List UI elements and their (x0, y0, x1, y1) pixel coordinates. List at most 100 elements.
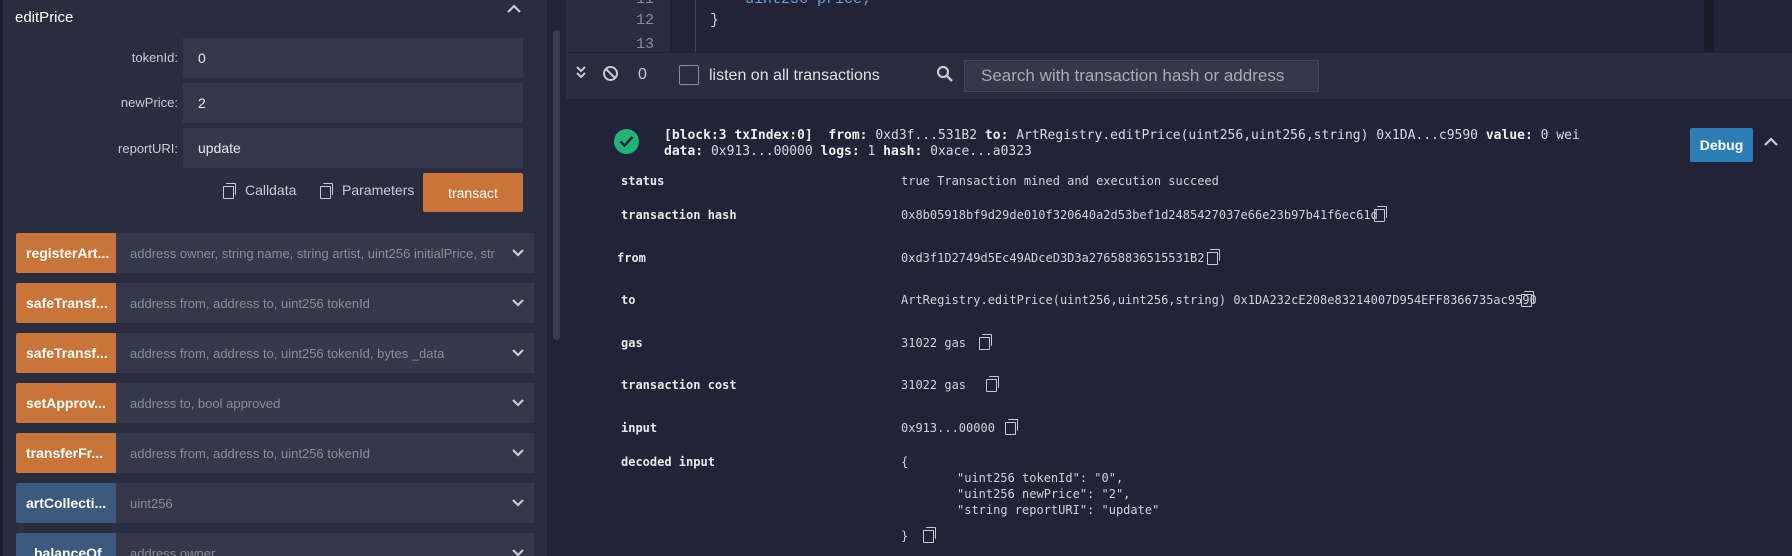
pending-count: 0 (638, 66, 647, 83)
function-params-input[interactable]: address owner, string name, string artis… (116, 233, 502, 273)
to-short: ArtRegistry.editPrice(uint256,uint256,st… (1016, 128, 1479, 143)
line-number: 12 (635, 12, 654, 29)
function-row: balanceOf address owner (16, 533, 534, 556)
newprice-input[interactable] (183, 83, 523, 123)
code-line: } (710, 12, 720, 29)
deploy-run-panel: editPrice tokenId: newPrice: reportURI: … (0, 0, 547, 556)
decoded-line: "uint256 newPrice": "2", (957, 487, 1131, 501)
chevron-up-icon[interactable] (1762, 134, 1780, 150)
value-label: value: (1485, 128, 1533, 143)
logs-label: logs: (820, 144, 860, 159)
parameters-label: Parameters (342, 182, 415, 198)
terminal-log: [block:3 txIndex:0] from: 0xd3f...531B2 … (566, 100, 1792, 556)
function-title: editPrice (15, 9, 74, 26)
function-row: safeTransf... address from, address to, … (16, 333, 534, 373)
tokenid-input[interactable] (183, 38, 523, 78)
function-row: artCollecti... uint256 (16, 483, 534, 523)
copy-icon[interactable] (1374, 206, 1387, 222)
line-number: 13 (635, 36, 654, 52)
decoded-line: "uint256 tokenId": "0", (957, 471, 1124, 485)
reporturi-input[interactable] (183, 128, 523, 168)
copy-icon[interactable] (1005, 419, 1018, 435)
calldata-label: Calldata (245, 182, 297, 198)
code-text: uint256 price; (745, 0, 871, 8)
transact-button[interactable]: transact (423, 173, 523, 212)
from-label: from: (828, 128, 868, 143)
function-button[interactable]: registerArt... (16, 233, 116, 273)
function-params-input[interactable]: address from, address to, uint256 tokenI… (116, 333, 502, 373)
chevron-up-icon[interactable] (505, 2, 523, 18)
debug-button[interactable]: Debug (1690, 128, 1753, 162)
function-button[interactable]: safeTransf... (16, 283, 116, 323)
function-button[interactable]: balanceOf (16, 533, 116, 556)
status-key: status (621, 174, 665, 188)
listen-label: listen on all transactions (709, 67, 880, 84)
copy-icon (320, 182, 333, 199)
function-params-input[interactable]: address from, address to, uint256 tokenI… (116, 283, 502, 323)
input-key: input (621, 421, 658, 435)
value-text: 0 wei (1540, 128, 1580, 143)
from-short: 0xd3f...531B2 (875, 128, 978, 143)
function-row: setApprov... address to, bool approved (16, 383, 534, 423)
panel-edge (0, 0, 3, 556)
function-button[interactable]: setApprov... (16, 383, 116, 423)
gas-key: gas (621, 336, 643, 350)
chevron-down-icon[interactable] (502, 333, 534, 373)
function-params-input[interactable]: address from, address to, uint256 tokenI… (116, 433, 502, 473)
transaction-summary[interactable]: [block:3 txIndex:0] from: 0xd3f...531B2 … (664, 128, 1580, 160)
copy-icon[interactable] (1207, 249, 1220, 265)
function-button[interactable]: safeTransf... (16, 333, 116, 373)
chevron-down-icon[interactable] (502, 533, 534, 556)
to-value: ArtRegistry.editPrice(uint256,uint256,st… (901, 293, 1537, 307)
transaction-search-input[interactable] (964, 60, 1319, 92)
chevron-down-icon[interactable] (502, 383, 534, 423)
status-value: true Transaction mined and execution suc… (901, 174, 1219, 188)
parameters-button[interactable]: Parameters (320, 182, 415, 199)
chevron-down-icon[interactable] (502, 283, 534, 323)
gas-value: 31022 gas (901, 336, 967, 350)
panel-scrollbar[interactable] (553, 30, 560, 340)
function-params-input[interactable]: address to, bool approved (116, 383, 502, 423)
tx-cost-value: 31022 gas (901, 378, 967, 392)
arg-label-reporturi: reportURI: (118, 141, 178, 156)
search-icon (936, 65, 954, 83)
hash-short: 0xace...a0323 (930, 144, 1032, 159)
copy-icon[interactable] (923, 527, 936, 543)
line-number: 11 (636, 0, 654, 8)
listen-checkbox[interactable] (679, 65, 699, 85)
terminal-toolbar: 0 listen on all transactions (566, 53, 1792, 99)
tx-hash-value: 0x8b05918bf9d29de010f320640a2d53bef1d248… (901, 208, 1378, 222)
function-params-input[interactable]: uint256 (116, 483, 502, 523)
decoded-open: { (901, 455, 909, 469)
logs-text: 1 (867, 144, 876, 159)
decoded-input-key: decoded input (621, 455, 715, 469)
code-line: uint256 price; (745, 0, 871, 8)
function-button[interactable]: transferFr... (16, 433, 116, 473)
function-row: registerArt... address owner, string nam… (16, 233, 534, 273)
editor-scrollbar[interactable] (1704, 0, 1714, 52)
data-text: 0x913...00000 (710, 144, 813, 159)
chevron-down-icon[interactable] (502, 483, 534, 523)
clear-icon[interactable] (602, 65, 619, 86)
copy-icon (223, 182, 236, 199)
indent-guide (695, 0, 696, 52)
input-value: 0x913...00000 (901, 421, 995, 435)
success-check-icon (614, 129, 639, 154)
tx-cost-key: transaction cost (621, 378, 737, 392)
chevron-down-icon[interactable] (502, 433, 534, 473)
function-button[interactable]: artCollecti... (16, 483, 116, 523)
copy-icon[interactable] (1521, 291, 1534, 307)
chevron-down-icon[interactable] (502, 233, 534, 273)
function-row: safeTransf... address from, address to, … (16, 283, 534, 323)
to-label: to: (984, 128, 1009, 143)
calldata-button[interactable]: Calldata (223, 182, 297, 199)
decoded-line: "string reportURI": "update" (957, 503, 1160, 517)
hash-label: hash: (883, 144, 923, 159)
arg-label-newprice: newPrice: (120, 95, 178, 110)
copy-icon[interactable] (979, 334, 992, 350)
copy-icon[interactable] (986, 376, 999, 392)
function-params-input[interactable]: address owner (116, 533, 502, 556)
double-chevron-down-icon[interactable] (574, 63, 588, 85)
code-editor[interactable]: 11 uint256 price; 12 } 13 (566, 0, 1792, 52)
function-row: transferFr... address from, address to, … (16, 433, 534, 473)
